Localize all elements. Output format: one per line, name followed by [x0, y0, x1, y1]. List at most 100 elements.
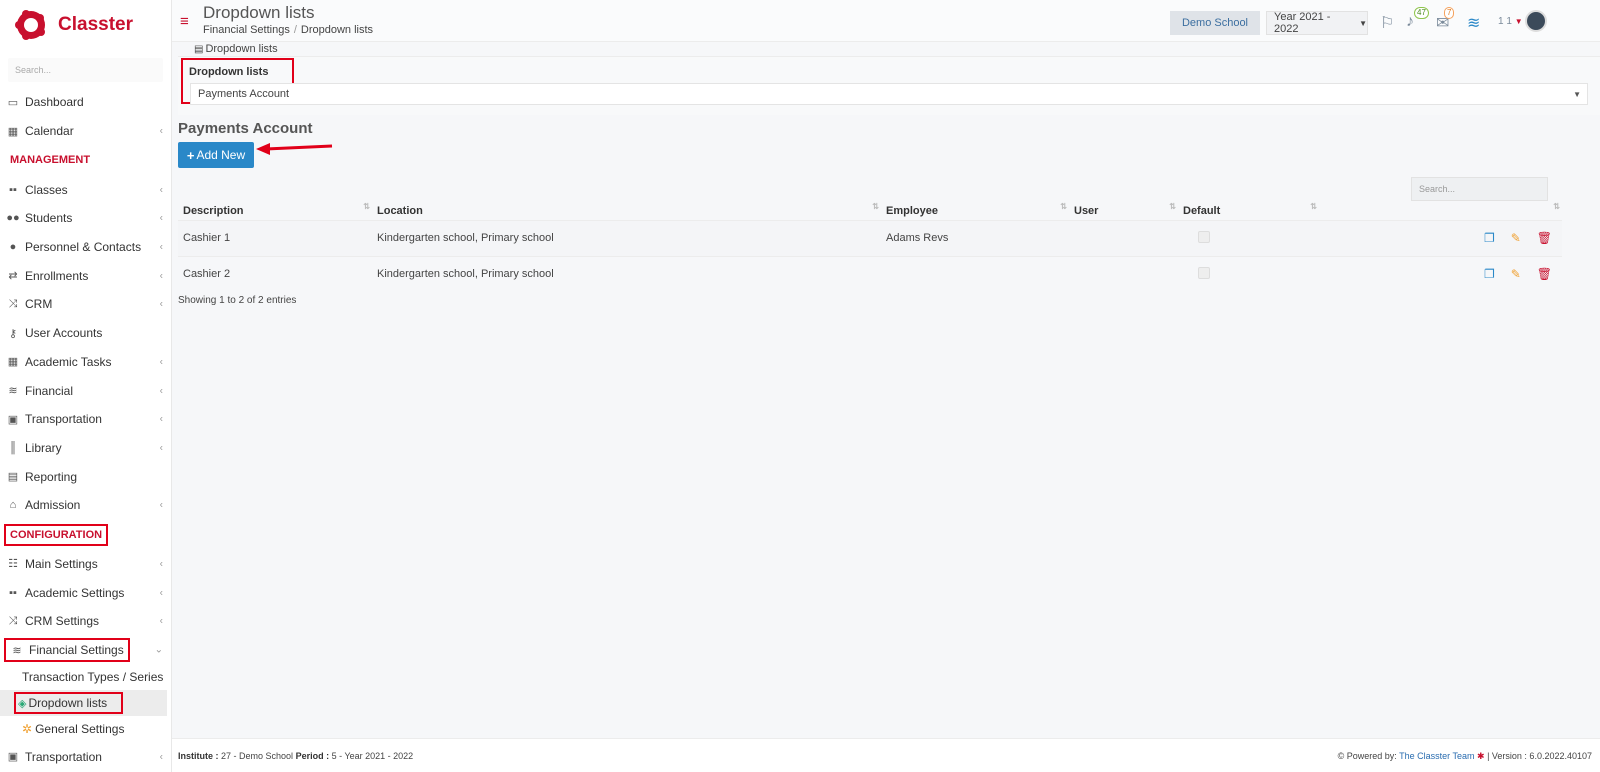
- chevron-down-icon: ⌄: [154, 644, 163, 656]
- sidebar-subitem-transaction-types[interactable]: Transaction Types / Series: [0, 664, 171, 690]
- avatar[interactable]: [1525, 10, 1547, 32]
- column-header-default[interactable]: Default ⇅: [1178, 202, 1319, 220]
- breadcrumb-item-financial-settings[interactable]: Financial Settings: [203, 24, 290, 36]
- dropdown-items-table: Description ⇅ Location ⇅ Employee ⇅ User ⇅ D…: [178, 202, 1562, 292]
- sidebar-item-crm-settings[interactable]: ⤨ CRM Settings ‹: [0, 607, 171, 636]
- copyright-icon: ©: [1337, 751, 1345, 761]
- management-section-title: MANAGEMENT: [10, 154, 91, 167]
- sidebar-subitem-dropdown-lists[interactable]: ◈ Dropdown lists: [0, 690, 167, 717]
- financial-settings-highlight: ≋ Financial Settings: [4, 638, 130, 663]
- default-checkbox[interactable]: [1198, 230, 1210, 243]
- cell-location: Kindergarten school, Primary school: [372, 255, 881, 292]
- sidebar-item-transportation[interactable]: ▣ Transportation ‹: [0, 405, 171, 434]
- chevron-left-icon: ‹: [159, 558, 163, 570]
- delete-trash-icon[interactable]: 🗑: [1537, 231, 1552, 245]
- bank-icon: ⌂: [9, 499, 17, 512]
- sidebar-item-user-accounts[interactable]: ⚷ User Accounts: [0, 319, 171, 348]
- sidebar-item-admission[interactable]: ⌂ Admission ‹: [0, 491, 171, 520]
- sidebar-search-input[interactable]: Search...: [8, 58, 163, 82]
- sidebar-item-financial[interactable]: ≋ Financial ‹: [0, 376, 171, 405]
- sidebar-item-academic-tasks[interactable]: ▦ Academic Tasks ‹: [0, 348, 171, 377]
- caret-down-icon: ▼: [1573, 90, 1581, 99]
- sort-icon: ⇅: [1553, 202, 1560, 211]
- breadcrumb-separator: /: [293, 24, 297, 36]
- edit-pencil-icon[interactable]: ✎: [1511, 267, 1521, 281]
- sidebar-item-calendar[interactable]: ▦ Calendar ‹: [0, 117, 171, 146]
- table-header-row: Description ⇅ Location ⇅ Employee ⇅ User ⇅ D…: [178, 202, 1562, 220]
- footer: Institute : 27 - Demo School Period : 5 …: [172, 738, 1600, 772]
- coins-icon: ≋: [8, 385, 18, 398]
- shuffle-icon: ⤨: [8, 297, 18, 310]
- sidebar-item-library[interactable]: ║ Library ‹: [0, 434, 171, 463]
- sidebar-item-transportation-bottom[interactable]: ▣ Transportation ‹: [0, 742, 171, 771]
- year-selector[interactable]: Year 2021 - 2022 ▼: [1266, 11, 1368, 35]
- edit-pencil-icon[interactable]: ✎: [1511, 231, 1521, 245]
- sidebar-item-enrollments[interactable]: ⇄ Enrollments ‹: [0, 261, 171, 290]
- sidebar-item-students[interactable]: ●● Students ‹: [0, 204, 171, 233]
- copy-icon[interactable]: ❐: [1484, 231, 1495, 245]
- cell-employee: Adams Revs: [881, 219, 1069, 256]
- laptop-icon: ▭: [7, 96, 19, 109]
- sort-icon: ⇅: [363, 202, 370, 211]
- chevron-left-icon: ‹: [159, 212, 163, 224]
- default-checkbox[interactable]: [1198, 266, 1210, 279]
- layers-add-icon[interactable]: ≋: [1467, 13, 1480, 33]
- sidebar-item-main-settings[interactable]: ☷ Main Settings ‹: [0, 550, 171, 579]
- column-header-user[interactable]: User ⇅: [1069, 202, 1178, 220]
- chevron-left-icon: ‹: [159, 615, 163, 627]
- footer-institute-info: Institute : 27 - Demo School Period : 5 …: [178, 751, 414, 761]
- column-header-location[interactable]: Location ⇅: [372, 202, 881, 220]
- flag-icon[interactable]: ⚐: [1380, 13, 1394, 33]
- envelope-icon[interactable]: ✉ 7: [1436, 7, 1455, 33]
- column-header-description[interactable]: Description ⇅: [178, 202, 372, 220]
- caret-down-icon: ▼: [1514, 17, 1523, 26]
- dropdown-lists-highlight: ◈ Dropdown lists: [14, 692, 124, 715]
- table-search-input[interactable]: Search...: [1411, 177, 1548, 201]
- chevron-left-icon: ‹: [159, 184, 163, 196]
- delete-trash-icon[interactable]: 🗑: [1537, 267, 1552, 281]
- sidebar-item-crm[interactable]: ⤨ CRM ‹: [0, 290, 171, 319]
- sliders-icon: ☷: [8, 558, 18, 571]
- classes-icon: ▪▪: [9, 183, 17, 196]
- classter-team-link[interactable]: The Classter Team: [1399, 751, 1474, 761]
- sidebar-item-classes[interactable]: ▪▪ Classes ‹: [0, 175, 171, 204]
- hamburger-menu-icon[interactable]: ≡: [180, 14, 189, 29]
- top-header: ≡ Dropdown lists Financial Settings / Drop…: [172, 0, 1600, 42]
- sidebar-item-personnel[interactable]: ● Personnel & Contacts ‹: [0, 233, 171, 262]
- dropdown-list-select[interactable]: Payments Account ▼: [190, 83, 1588, 105]
- key-icon: ⚷: [8, 327, 18, 340]
- bus-icon: ▣: [7, 413, 19, 426]
- add-new-button[interactable]: + Add New: [178, 142, 254, 168]
- main-content: ▤ Dropdown lists Dropdown lists Payments …: [172, 42, 1600, 738]
- chevron-left-icon: ‹: [159, 241, 163, 253]
- classter-logo-icon: [15, 10, 45, 40]
- school-selector[interactable]: Demo School: [1170, 11, 1260, 35]
- copy-icon[interactable]: ❐: [1484, 267, 1495, 281]
- chevron-left-icon: ‹: [159, 270, 163, 282]
- classes-icon: ▪▪: [9, 586, 17, 599]
- sidebar-item-reporting[interactable]: ▤ Reporting: [0, 462, 171, 491]
- user-number[interactable]: 1 1 ▼: [1498, 16, 1523, 27]
- chevron-left-icon: ‹: [159, 751, 163, 763]
- sort-icon: ⇅: [872, 202, 879, 211]
- chevron-left-icon: ‹: [159, 385, 163, 397]
- cell-user: [1069, 219, 1178, 256]
- notifications-badge: 47: [1414, 7, 1429, 19]
- configuration-section-title: CONFIGURATION: [4, 523, 109, 546]
- table-icon: ▤: [194, 44, 204, 55]
- sidebar-subitem-general-settings[interactable]: ✲ General Settings: [0, 716, 171, 742]
- sidebar-item-academic-settings[interactable]: ▪▪ Academic Settings ‹: [0, 578, 171, 607]
- calendar-icon: ▦: [7, 125, 19, 138]
- logo[interactable]: Classter: [0, 0, 171, 50]
- plus-icon: +: [186, 147, 195, 163]
- bell-icon[interactable]: ♪ 47: [1406, 7, 1429, 31]
- cell-employee: [881, 255, 1069, 292]
- cell-actions: ❐ ✎ 🗑: [1319, 219, 1562, 256]
- column-header-actions: ⇅: [1319, 202, 1562, 220]
- sidebar-item-financial-settings[interactable]: ≋ Financial Settings ⌄: [0, 636, 171, 665]
- sidebar-item-dashboard[interactable]: ▭ Dashboard: [0, 88, 171, 117]
- column-header-employee[interactable]: Employee ⇅: [881, 202, 1069, 220]
- grid-icon: ▦: [7, 356, 19, 369]
- brand-name: Classter: [58, 14, 133, 35]
- messages-badge: 7: [1444, 7, 1455, 19]
